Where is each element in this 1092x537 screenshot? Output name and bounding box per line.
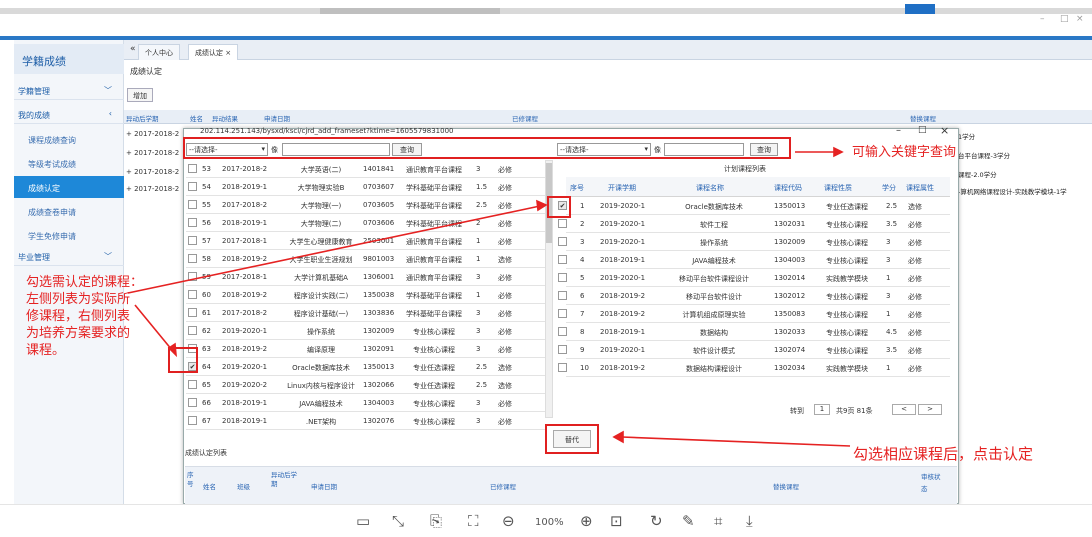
zoom-out-icon[interactable]: ⊖ bbox=[502, 512, 515, 530]
zoom-level: 100% bbox=[535, 517, 564, 528]
fit-icon[interactable]: ▭ bbox=[356, 512, 370, 530]
annotation-line: 修课程，右侧列表 bbox=[26, 309, 131, 324]
arrowhead-left-table bbox=[167, 342, 177, 358]
annotation-line: 为培养方案要求的 bbox=[26, 326, 131, 341]
annotation-line: 左侧列表为实际所 bbox=[26, 292, 131, 307]
edit-icon[interactable]: ✎ bbox=[682, 512, 695, 530]
crop-icon[interactable]: ⌗ bbox=[714, 512, 722, 530]
copy-icon[interactable]: ⎘ bbox=[430, 512, 442, 530]
actual-size-icon[interactable]: ⊡ bbox=[610, 512, 623, 530]
zoom-in-icon[interactable]: ⊕ bbox=[580, 512, 593, 530]
annotation-line: 勾选需认定的课程： bbox=[26, 275, 144, 290]
annotation-keyword: 可输入关键字查询 bbox=[852, 145, 957, 160]
annotation-left-note: 勾选需认定的课程： 左侧列表为实际所 修课程，右侧列表 为培养方案要求的 课程。 bbox=[26, 274, 156, 359]
arrowhead-keyword bbox=[833, 146, 844, 158]
arrow-confirm bbox=[621, 436, 851, 447]
arrowhead-confirm bbox=[612, 430, 624, 444]
expand-icon[interactable]: ⤡ bbox=[392, 512, 404, 530]
download-icon[interactable]: ⤓ bbox=[746, 512, 753, 530]
rotate-icon[interactable]: ↻ bbox=[650, 512, 663, 530]
annotation-arrows bbox=[127, 146, 851, 447]
annotation-confirm: 勾选相应课程后，点击认定 bbox=[853, 445, 1034, 463]
arrow-right-table bbox=[127, 205, 541, 294]
fullscreen-icon[interactable]: ⛶ bbox=[468, 512, 479, 530]
annotation-line: 课程。 bbox=[26, 343, 66, 358]
arrowhead-right-table bbox=[536, 199, 548, 212]
